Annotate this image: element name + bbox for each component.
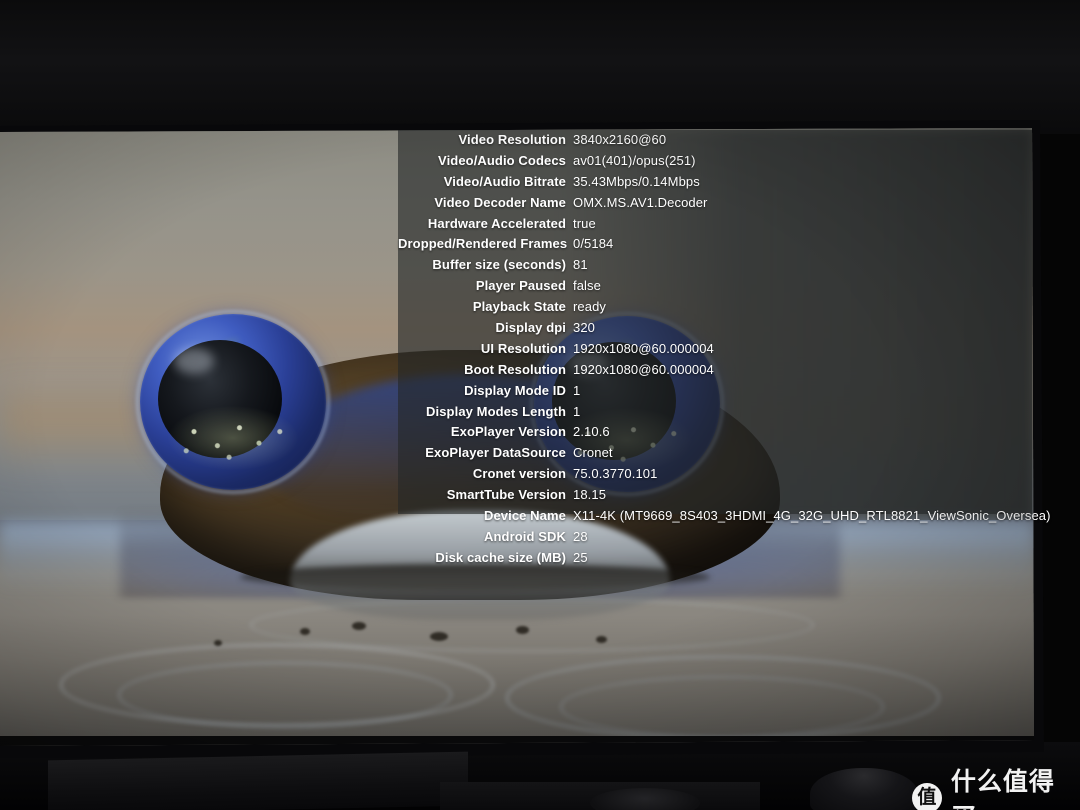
- stat-value: false: [573, 278, 601, 294]
- stat-label: Display dpi: [495, 320, 566, 336]
- room-wall: [0, 0, 1080, 134]
- av-device-knob: [590, 788, 700, 810]
- stat-label: Display Modes Length: [426, 403, 566, 419]
- water-ripple: [560, 676, 884, 738]
- stat-label: Cronet version: [472, 466, 566, 482]
- stat-label: ExoPlayer DataSource: [425, 445, 566, 461]
- smzdm-badge-icon: 值: [912, 783, 942, 810]
- stat-row: Playback State ready: [398, 297, 1032, 318]
- stat-value: Cronet: [573, 445, 613, 461]
- stat-value: X11-4K (MT9669_8S403_3HDMI_4G_32G_UHD_RT…: [573, 508, 1051, 524]
- stat-value: 1920x1080@60.000004: [573, 361, 714, 377]
- stat-value: 2.10.6: [573, 424, 610, 440]
- stat-label: Buffer size (seconds): [432, 257, 566, 273]
- stat-label: Dropped/Rendered Frames: [398, 236, 568, 252]
- water-debris: [430, 632, 448, 641]
- stat-row: Device Name X11-4K (MT9669_8S403_3HDMI_4G…: [398, 506, 1051, 527]
- stat-row: Android SDK 28: [398, 527, 1032, 548]
- stat-label: Android SDK: [484, 528, 566, 544]
- frog-eye-left: [136, 310, 330, 494]
- stat-row: Disk cache size (MB) 25: [398, 548, 1032, 569]
- stat-value: 35.43Mbps/0.14Mbps: [573, 173, 700, 189]
- water-debris: [300, 628, 310, 635]
- stat-row: SmartTube Version 18.15: [398, 485, 1032, 506]
- water-debris: [596, 636, 607, 643]
- stat-value: 81: [573, 257, 588, 273]
- stat-value: 25: [573, 549, 588, 565]
- room-photo: Video Resolution 3840x2160@60 Video/Audio …: [0, 0, 1080, 810]
- playback-stats-rows: Video Resolution 3840x2160@60 Video/Audio …: [398, 130, 1051, 569]
- stat-row: Dropped/Rendered Frames 0/5184: [398, 234, 1032, 255]
- stat-label: Device Name: [483, 508, 566, 524]
- stat-label: Video Decoder Name: [434, 194, 566, 210]
- stat-value: 0/5184: [573, 236, 614, 252]
- water-debris: [214, 640, 222, 646]
- stat-label: Video Resolution: [458, 132, 566, 147]
- stat-label: Display Mode ID: [464, 382, 566, 398]
- stat-row: Display Modes Length 1: [398, 402, 1032, 423]
- stat-value: 18.15: [573, 487, 607, 503]
- playback-stats-overlay: Video Resolution 3840x2160@60 Video/Audio …: [398, 130, 1050, 565]
- stat-row: UI Resolution 1920x1080@60.000004: [398, 339, 1032, 360]
- stat-row: Video Decoder Name OMX.MS.AV1.Decoder: [398, 193, 1032, 214]
- stat-row: Display dpi 320: [398, 318, 1032, 339]
- stat-row: Buffer size (seconds) 81: [398, 255, 1032, 276]
- av-speaker: [810, 768, 918, 810]
- stat-label: Playback State: [472, 299, 566, 315]
- stat-row: ExoPlayer Version 2.10.6: [398, 422, 1032, 443]
- stat-value: 1: [573, 382, 581, 398]
- stat-value: 3840x2160@60: [573, 132, 667, 147]
- av-device: [48, 751, 468, 810]
- stat-value: 1: [573, 403, 581, 419]
- stat-row: Player Paused false: [398, 276, 1032, 297]
- stat-row: ExoPlayer DataSource Cronet: [398, 443, 1032, 464]
- stat-row: Cronet version 75.0.3770.101: [398, 464, 1032, 485]
- stat-row: Display Mode ID 1: [398, 381, 1032, 402]
- water-debris: [352, 622, 366, 630]
- stat-value: av01(401)/opus(251): [573, 152, 696, 168]
- frog-eye-rim: [136, 310, 330, 494]
- stat-row: Video Resolution 3840x2160@60: [398, 130, 1032, 151]
- stat-value: OMX.MS.AV1.Decoder: [573, 194, 708, 210]
- stat-row: Hardware Accelerated true: [398, 214, 1032, 235]
- stat-label: ExoPlayer Version: [450, 424, 566, 440]
- water-ripple: [118, 662, 452, 728]
- stat-value: ready: [573, 299, 607, 315]
- stat-value: 320: [573, 320, 595, 336]
- stat-row: Video/Audio Codecs av01(401)/opus(251): [398, 151, 1032, 172]
- stat-label: Boot Resolution: [464, 361, 566, 377]
- stat-value: 75.0.3770.101: [573, 466, 658, 482]
- smzdm-watermark: 值 什么值得买: [912, 762, 1080, 810]
- stat-label: SmartTube Version: [446, 487, 566, 503]
- stat-row: Video/Audio Bitrate 35.43Mbps/0.14Mbps: [398, 172, 1032, 193]
- stat-value: true: [573, 215, 596, 231]
- stat-label: UI Resolution: [480, 340, 566, 356]
- stat-label: Disk cache size (MB): [435, 549, 566, 565]
- stat-label: Hardware Accelerated: [427, 215, 566, 231]
- smzdm-watermark-text: 什么值得买: [950, 768, 1055, 810]
- stat-value: 1920x1080@60.000004: [573, 340, 714, 356]
- stat-label: Player Paused: [475, 278, 566, 294]
- stat-value: 28: [573, 528, 588, 544]
- water-debris: [516, 626, 529, 634]
- stat-row: Boot Resolution 1920x1080@60.000004: [398, 360, 1032, 381]
- stat-label: Video/Audio Bitrate: [443, 173, 566, 189]
- stat-label: Video/Audio Codecs: [438, 152, 566, 168]
